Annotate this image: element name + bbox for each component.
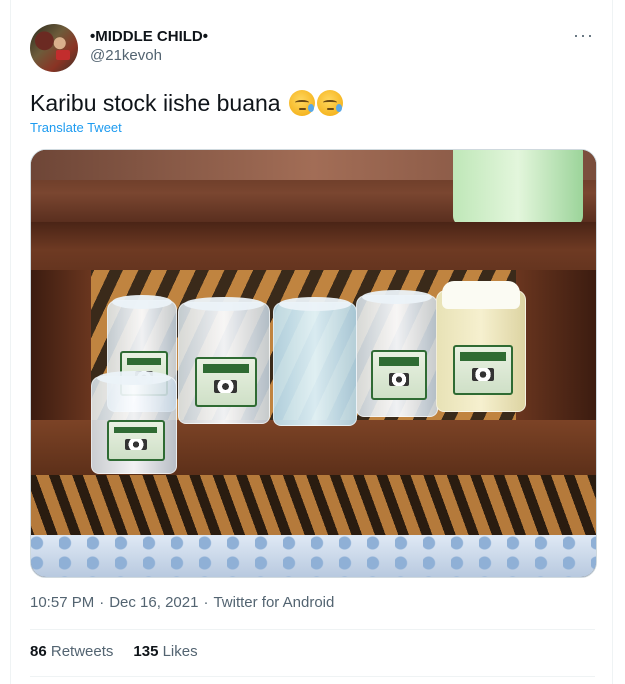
separator: · [99,594,105,611]
downcast-face-with-sweat-icon [288,90,315,116]
tweet-source[interactable]: Twitter for Android [213,594,334,611]
retweets-stat[interactable]: 86 Retweets [30,643,113,660]
avatar[interactable] [30,24,78,72]
tweet-text: Karibu stock iishe buana [30,88,343,118]
photo-green-tub [453,150,583,226]
photo-cloth [31,535,596,577]
divider [30,629,595,630]
retweets-count: 86 [30,643,47,660]
tweet-photo[interactable] [30,149,597,578]
user-handle[interactable]: @21kevoh [90,46,208,66]
tweet-time[interactable]: 10:57 PM [30,594,94,611]
downcast-face-with-sweat-icon [316,90,343,116]
display-name[interactable]: •MIDDLE CHILD• [90,27,208,46]
likes-count: 135 [133,643,159,660]
tweet-text-content: Karibu stock iishe buana [30,90,281,116]
photo-jar [178,297,270,424]
tweet-metadata: 10:57 PM · Dec 16, 2021 · Twitter for An… [30,594,334,611]
retweets-label: Retweets [50,643,114,660]
photo-jar [356,290,438,417]
photo-jar [273,297,357,426]
photo-jar [436,281,526,412]
likes-stat[interactable]: 135 Likes [133,643,197,660]
separator: · [203,594,209,611]
author-block[interactable]: •MIDDLE CHILD• @21kevoh [90,27,208,66]
emoji-group [288,90,343,116]
divider [30,676,595,677]
tweet-card: •MIDDLE CHILD• @21kevoh ··· Karibu stock… [10,0,613,684]
translate-tweet-link[interactable]: Translate Tweet [30,120,122,135]
tweet-stats: 86 Retweets 135 Likes [30,643,198,660]
more-options-icon[interactable]: ··· [573,26,594,44]
likes-label: Likes [162,643,198,660]
tweet-date[interactable]: Dec 16, 2021 [109,594,198,611]
photo-jar [91,371,177,474]
